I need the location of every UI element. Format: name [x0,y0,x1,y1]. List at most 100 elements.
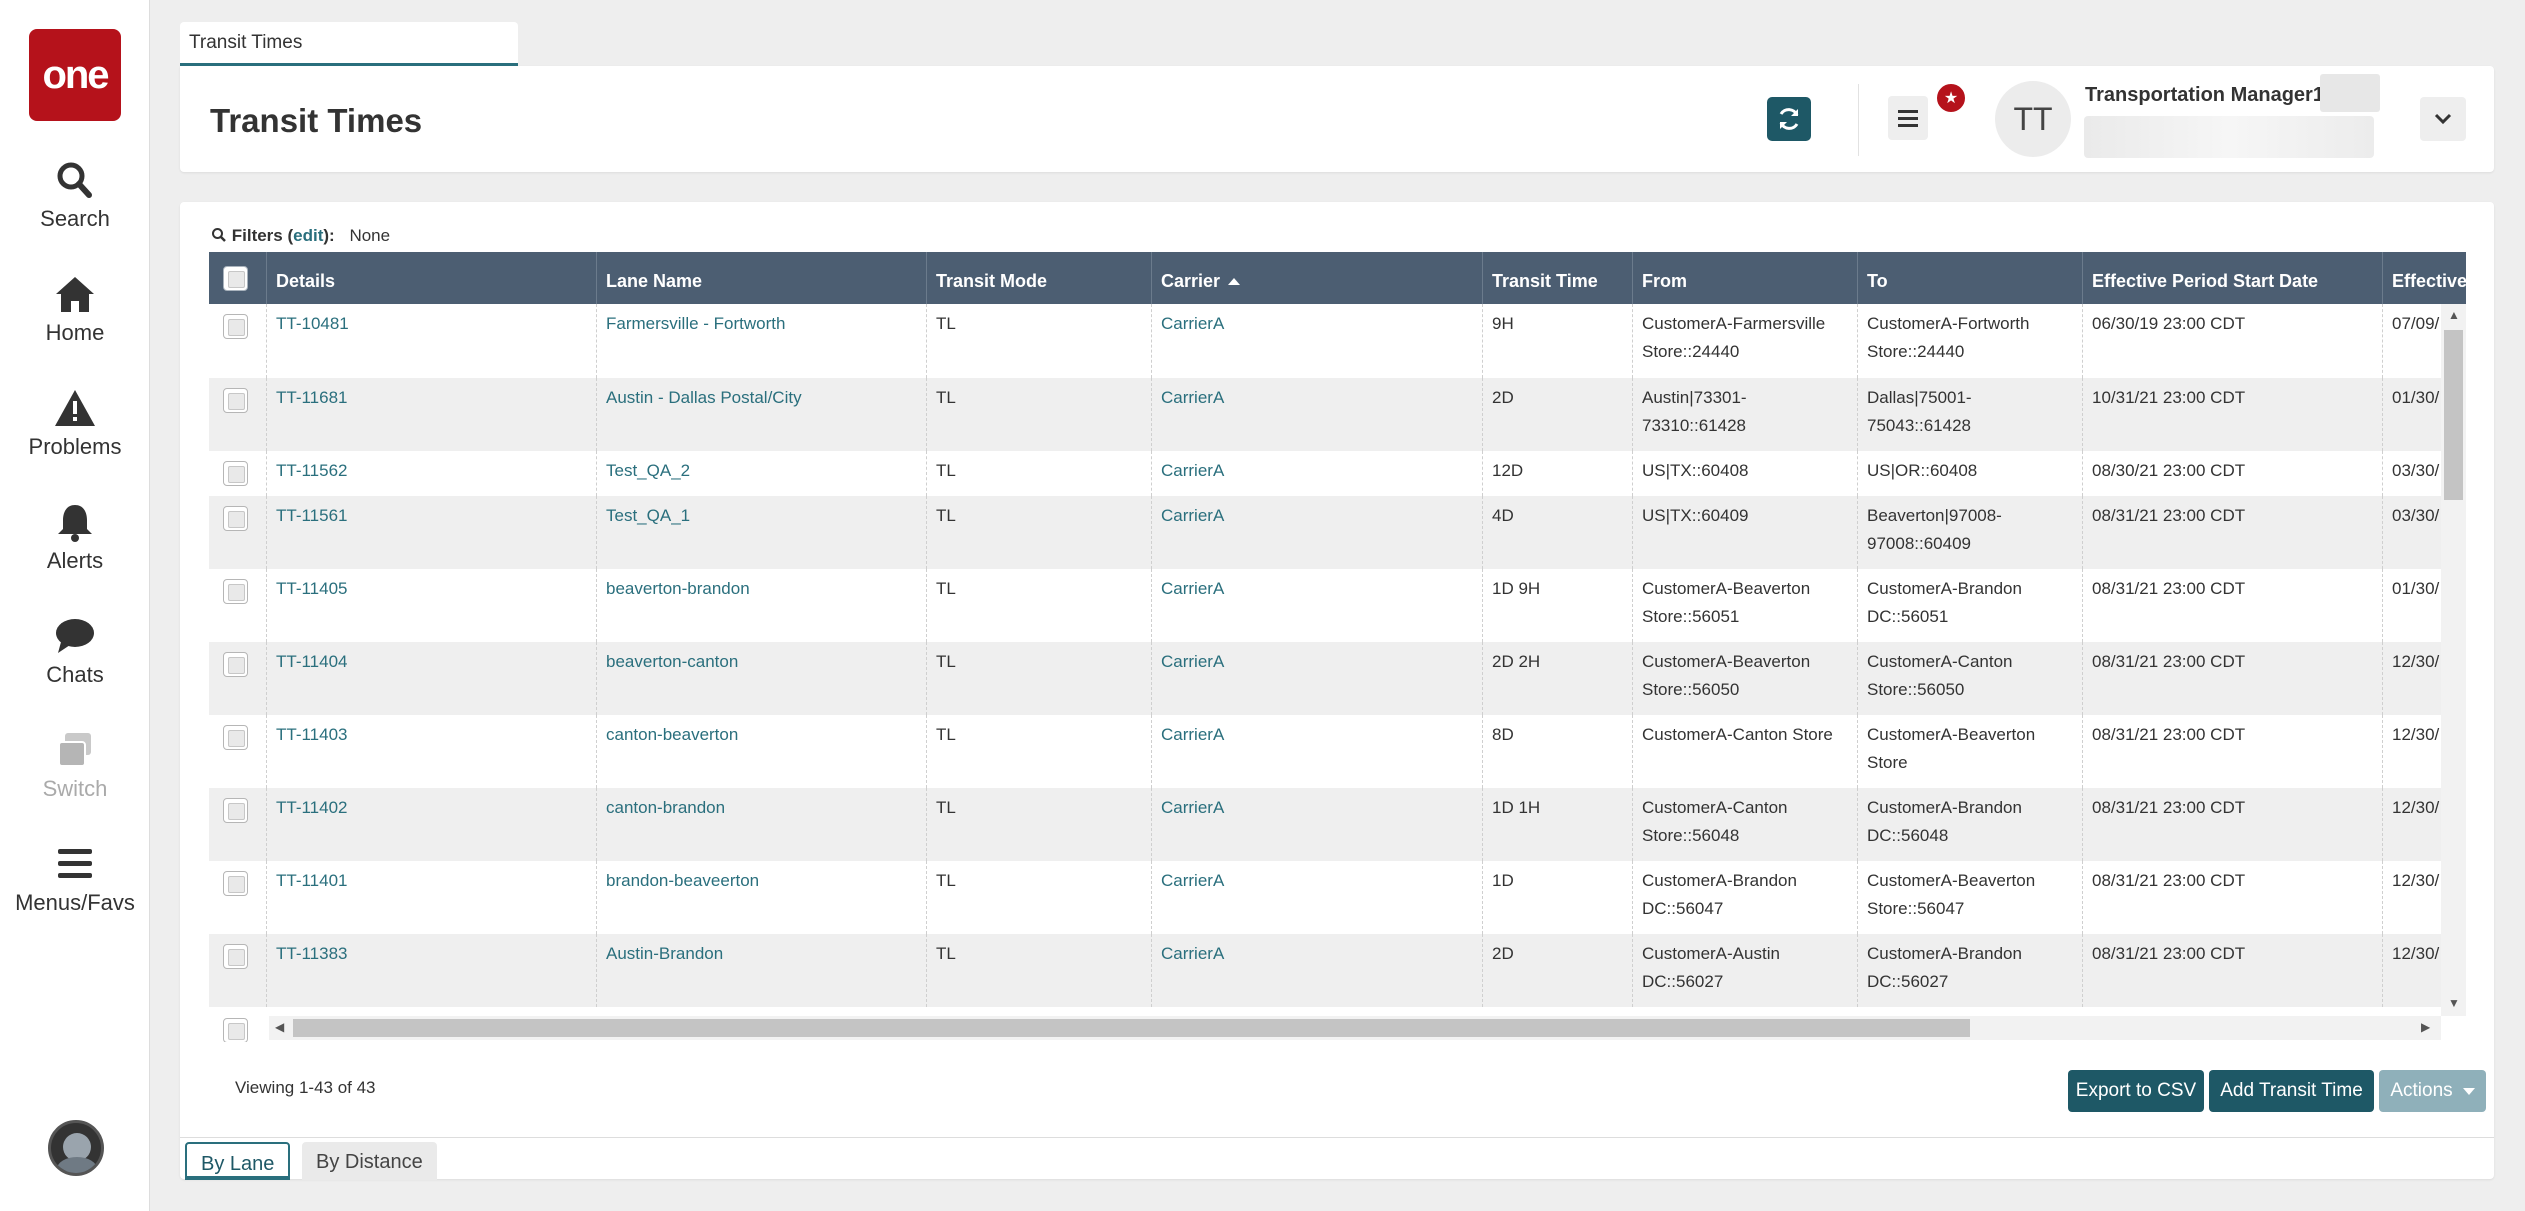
table-row[interactable]: TT-11402 canton-brandon TL CarrierA 1D 1H Cus… [209,788,2466,861]
cell-from: US|TX::60409 [1633,496,1858,569]
cell-lane-name[interactable]: brandon-beaveerton [597,861,927,934]
search-icon [212,228,226,242]
scroll-up-icon[interactable]: ▲ [2448,308,2460,322]
table-row[interactable]: TT-11404 beaverton-canton TL CarrierA 2D 2H C… [209,642,2466,715]
cell-lane-name[interactable]: beaverton-canton [597,642,927,715]
cell-details[interactable]: TT-11401 [267,861,597,934]
cell-details[interactable]: TT-11383 [267,934,597,1007]
cell-lane-name[interactable]: Test_QA_1 [597,496,927,569]
switch-icon [58,733,91,767]
list-menu-icon [1898,110,1918,127]
cell-from: CustomerA-Beaverton Store::56051 [1633,569,1858,642]
table-row[interactable]: TT-10481 Farmersville - Fortworth TL Carrie… [209,304,2466,378]
left-nav: one Search Home Problems Alerts Chats Sw… [0,0,150,1211]
add-transit-time-button[interactable]: Add Transit Time [2209,1070,2374,1112]
nav-alerts[interactable]: Alerts [0,502,150,574]
tab-transit-times[interactable]: Transit Times [180,22,518,66]
profile-avatar[interactable] [48,1120,104,1176]
table-row[interactable]: TT-11401 brandon-beaveerton TL CarrierA 1D Cu… [209,861,2466,934]
cell-carrier[interactable]: CarrierA [1152,451,1483,496]
cell-details[interactable]: TT-11562 [267,451,597,496]
row-checkbox-partial[interactable] [223,1018,248,1042]
nav-label: Problems [28,434,122,459]
cell-transit-time: 9H [1483,304,1633,378]
scroll-left-icon[interactable]: ◀ [275,1020,284,1034]
column-header-from[interactable]: From [1633,252,1858,304]
brand-logo[interactable]: one [29,29,121,121]
avatar-body [57,1157,97,1173]
chat-icon [56,619,94,653]
nav-chats[interactable]: Chats [0,616,150,688]
cell-transit-time: 2D [1483,378,1633,451]
vertical-scroll-thumb[interactable] [2444,330,2463,500]
header-divider [1858,84,1859,156]
cell-carrier[interactable]: CarrierA [1152,934,1483,1007]
cell-carrier[interactable]: CarrierA [1152,496,1483,569]
column-header-carrier[interactable]: Carrier [1152,252,1483,304]
nav-menus-favs[interactable]: Menus/Favs [0,844,150,916]
cell-carrier[interactable]: CarrierA [1152,788,1483,861]
table-row[interactable]: TT-11562 Test_QA_2 TL CarrierA 12D US|TX::604… [209,451,2466,496]
nav-label: Switch [42,776,108,801]
export-csv-button[interactable]: Export to CSV [2068,1070,2204,1112]
caret-down-icon [2462,1087,2475,1095]
column-header-details[interactable]: Details [267,252,597,304]
cell-effective-start: 08/31/21 23:00 CDT [2083,569,2383,642]
horizontal-scroll-thumb[interactable] [293,1019,1970,1037]
column-header-to[interactable]: To [1858,252,2083,304]
cell-carrier[interactable]: CarrierA [1152,642,1483,715]
row-select-cell [209,642,267,715]
cell-carrier[interactable]: CarrierA [1152,861,1483,934]
vertical-scrollbar[interactable]: ▲ ▼ [2441,304,2466,1016]
cell-lane-name[interactable]: beaverton-brandon [597,569,927,642]
cell-transit-mode: TL [927,715,1152,788]
scroll-down-icon[interactable]: ▼ [2448,996,2460,1010]
cell-details[interactable]: TT-11405 [267,569,597,642]
cell-details[interactable]: TT-11561 [267,496,597,569]
cell-lane-name[interactable]: Austin - Dallas Postal/City [597,378,927,451]
table-row[interactable]: TT-11561 Test_QA_1 TL CarrierA 4D US|TX::6040… [209,496,2466,569]
cell-carrier[interactable]: CarrierA [1152,569,1483,642]
table-row[interactable]: TT-11405 beaverton-brandon TL CarrierA 1D 9H… [209,569,2466,642]
cell-lane-name[interactable]: Test_QA_2 [597,451,927,496]
cell-details[interactable]: TT-11404 [267,642,597,715]
actions-button[interactable]: Actions [2379,1070,2486,1112]
horizontal-scrollbar[interactable]: ◀ ▶ [269,1016,2441,1040]
cell-details[interactable]: TT-10481 [267,304,597,378]
user-dropdown-button[interactable] [2420,97,2466,141]
filters-value: None [349,226,391,245]
column-header-effective-start[interactable]: Effective Period Start Date [2083,252,2383,304]
cell-carrier[interactable]: CarrierA [1152,378,1483,451]
tab-by-lane[interactable]: By Lane [185,1142,291,1180]
cell-carrier[interactable]: CarrierA [1152,304,1483,378]
cell-lane-name[interactable]: Austin-Brandon [597,934,927,1007]
select-all-cell [209,252,267,304]
cell-transit-mode: TL [927,788,1152,861]
column-header-transit-mode[interactable]: Transit Mode [927,252,1152,304]
notifications-menu-button[interactable] [1888,96,1928,140]
table-row[interactable]: TT-11403 canton-beaverton TL CarrierA 8D Cust… [209,715,2466,788]
table-row[interactable]: TT-11383 Austin-Brandon TL CarrierA 2D Custom… [209,934,2466,1007]
cell-details[interactable]: TT-11681 [267,378,597,451]
nav-home[interactable]: Home [0,274,150,346]
tab-by-distance[interactable]: By Distance [302,1142,437,1180]
cell-lane-name[interactable]: canton-beaverton [597,715,927,788]
cell-lane-name[interactable]: Farmersville - Fortworth [597,304,927,378]
scroll-right-icon[interactable]: ▶ [2421,1020,2430,1034]
column-header-lane-name[interactable]: Lane Name [597,252,927,304]
select-all-checkbox[interactable] [223,266,248,291]
cell-details[interactable]: TT-11402 [267,788,597,861]
table-row[interactable]: TT-11681 Austin - Dallas Postal/City TL Car… [209,378,2466,451]
row-select-cell [209,304,267,378]
cell-lane-name[interactable]: canton-brandon [597,788,927,861]
refresh-button[interactable] [1767,97,1811,141]
column-header-effective-end[interactable]: Effective [2383,252,2466,304]
transit-times-panel: Filters (edit): None Details Lane Name T… [180,202,2494,1180]
column-header-transit-time[interactable]: Transit Time [1483,252,1633,304]
nav-problems[interactable]: Problems [0,388,150,460]
user-avatar[interactable]: TT [1995,81,2071,157]
filters-edit-link[interactable]: edit [293,226,323,245]
nav-search[interactable]: Search [0,160,150,232]
cell-carrier[interactable]: CarrierA [1152,715,1483,788]
cell-details[interactable]: TT-11403 [267,715,597,788]
